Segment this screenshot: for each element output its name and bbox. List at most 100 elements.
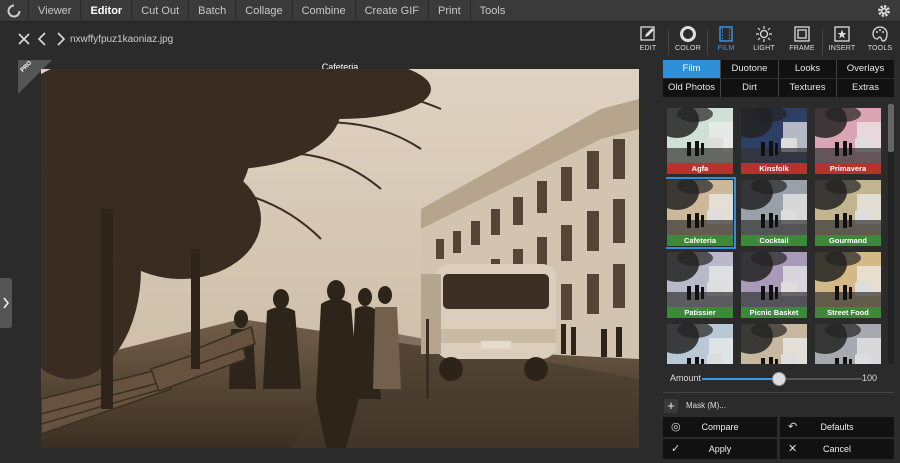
preset-preview (667, 108, 733, 164)
frame-icon (794, 26, 810, 42)
category-tabs-row1: Film Duotone Looks Overlays (663, 60, 894, 78)
menu-item-cut-out[interactable]: Cut Out (131, 0, 188, 22)
menu-item-tools[interactable]: Tools (469, 0, 515, 22)
tool-frame[interactable]: FRAME (783, 23, 821, 60)
tool-light[interactable]: LIGHT (745, 23, 783, 60)
mask-label: Mask (M)... (686, 401, 726, 410)
compare-label: Compare (701, 422, 739, 432)
tool-film[interactable]: FILM (707, 23, 745, 60)
preset-preview (741, 252, 807, 308)
preset-label: Street Food (815, 307, 881, 318)
close-icon: ✕ (788, 443, 798, 455)
tool-insert-label: INSERT (828, 45, 856, 52)
amount-label: Amount (670, 373, 702, 383)
gear-icon[interactable] (876, 3, 892, 19)
menu-item-batch[interactable]: Batch (188, 0, 235, 22)
menu-item-print[interactable]: Print (428, 0, 470, 22)
cancel-label: Cancel (822, 444, 851, 454)
close-icon[interactable] (16, 31, 32, 47)
tab-dirt[interactable]: Dirt (721, 79, 778, 97)
tool-insert[interactable]: INSERT (823, 23, 861, 60)
preset-thumb-kinsfolk[interactable]: Kinsfolk (740, 107, 808, 175)
tool-film-label: FILM (717, 45, 735, 52)
tab-extras[interactable]: Extras (837, 79, 894, 97)
tool-color-label: COLOR (675, 45, 701, 52)
plus-icon[interactable]: + (664, 399, 678, 413)
preset-thumb-gourmand[interactable]: Gourmand (814, 179, 882, 247)
amount-value: 100 (862, 373, 878, 383)
preset-preview (667, 252, 733, 308)
preset-preview (815, 324, 881, 364)
preset-preview (815, 108, 881, 164)
preset-thumb-cafeteria[interactable]: Cafeteria (666, 177, 736, 249)
preset-preview (741, 108, 807, 164)
chevron-right-icon[interactable] (52, 31, 68, 47)
tab-film[interactable]: Film (663, 60, 720, 78)
preset-thumb-agfa[interactable]: Agfa (666, 107, 734, 175)
star-insert-icon (834, 26, 850, 42)
preset-label: Gourmand (815, 235, 881, 246)
effects-panel: Film Duotone Looks Overlays Old Photos Dirt T… (658, 60, 900, 463)
sidebar-toggle[interactable] (0, 278, 12, 328)
amount-slider[interactable] (702, 372, 862, 386)
menubar: Viewer Editor Cut Out Batch Collage Combine Cr… (0, 0, 900, 22)
preset-thumb-unnamed[interactable] (666, 323, 734, 364)
tool-edit-label: EDIT (639, 45, 657, 52)
preset-label: Cafeteria (667, 235, 733, 246)
color-circle-icon (680, 26, 696, 42)
palette-icon (872, 26, 888, 42)
file-name: nxwffyfpuz1kaoniaz.jpg (70, 34, 174, 45)
chevron-left-icon[interactable] (35, 31, 51, 47)
menu-item-editor[interactable]: Editor (80, 0, 131, 22)
preset-thumb-cocktail[interactable]: Cocktail (740, 179, 808, 247)
preset-thumb-unnamed[interactable] (814, 323, 882, 364)
tool-tools-label: TOOLS (867, 45, 893, 52)
tab-overlays[interactable]: Overlays (837, 60, 894, 78)
preset-label: Patissier (667, 307, 733, 318)
tab-textures[interactable]: Textures (779, 79, 836, 97)
menu-item-create-gif[interactable]: Create GIF (354, 0, 428, 22)
undo-icon: ↶ (788, 421, 798, 433)
editor-toolbar: nxwffyfpuz1kaoniaz.jpg EDIT COLOR FILM L… (0, 23, 900, 60)
tool-tools[interactable]: TOOLS (861, 23, 899, 60)
compare-button[interactable]: ◎ Compare (663, 417, 777, 437)
tool-frame-label: FRAME (789, 45, 815, 52)
defaults-button[interactable]: ↶ Defaults (780, 417, 894, 437)
preset-preview (815, 252, 881, 308)
app-logo-icon[interactable] (6, 3, 22, 19)
tab-duotone[interactable]: Duotone (721, 60, 778, 78)
preset-thumb-picnic-basket[interactable]: Picnic Basket (740, 251, 808, 319)
menu-item-collage[interactable]: Collage (235, 0, 291, 22)
preset-label: Cocktail (741, 235, 807, 246)
preset-preview (667, 180, 733, 236)
film-icon (719, 26, 733, 42)
preset-thumb-primavera[interactable]: Primavera (814, 107, 882, 175)
menu-items: Viewer Editor Cut Out Batch Collage Combine Cr… (28, 0, 514, 22)
tab-old-photos[interactable]: Old Photos (663, 79, 720, 97)
amount-slider-knob[interactable] (771, 372, 786, 386)
thumbnails-scrollbar[interactable] (888, 104, 894, 364)
preset-label: Primavera (815, 163, 881, 174)
preset-thumb-patissier[interactable]: Patissier (666, 251, 734, 319)
menu-item-combine[interactable]: Combine (291, 0, 355, 22)
tool-light-label: LIGHT (753, 45, 775, 52)
preset-preview (815, 180, 881, 236)
tool-edit[interactable]: EDIT (629, 23, 667, 60)
amount-slider-row: Amount 100 (668, 372, 893, 386)
preset-thumb-unnamed[interactable] (740, 323, 808, 364)
tab-looks[interactable]: Looks (779, 60, 836, 78)
check-icon: ✓ (671, 443, 681, 455)
scrollbar-thumb[interactable] (888, 104, 894, 152)
menu-item-viewer[interactable]: Viewer (28, 0, 80, 22)
preset-preview (741, 324, 807, 364)
cancel-button[interactable]: ✕ Cancel (780, 439, 894, 459)
preset-label: Kinsfolk (741, 163, 807, 174)
photo-canvas[interactable] (41, 69, 639, 448)
photo-image (41, 69, 639, 448)
category-tabs-row2: Old Photos Dirt Textures Extras (663, 79, 894, 97)
preset-thumb-street-food[interactable]: Street Food (814, 251, 882, 319)
preset-preview (741, 180, 807, 236)
apply-button[interactable]: ✓ Apply (663, 439, 777, 459)
tool-color[interactable]: COLOR (669, 23, 707, 60)
amount-slider-fill (702, 378, 779, 380)
